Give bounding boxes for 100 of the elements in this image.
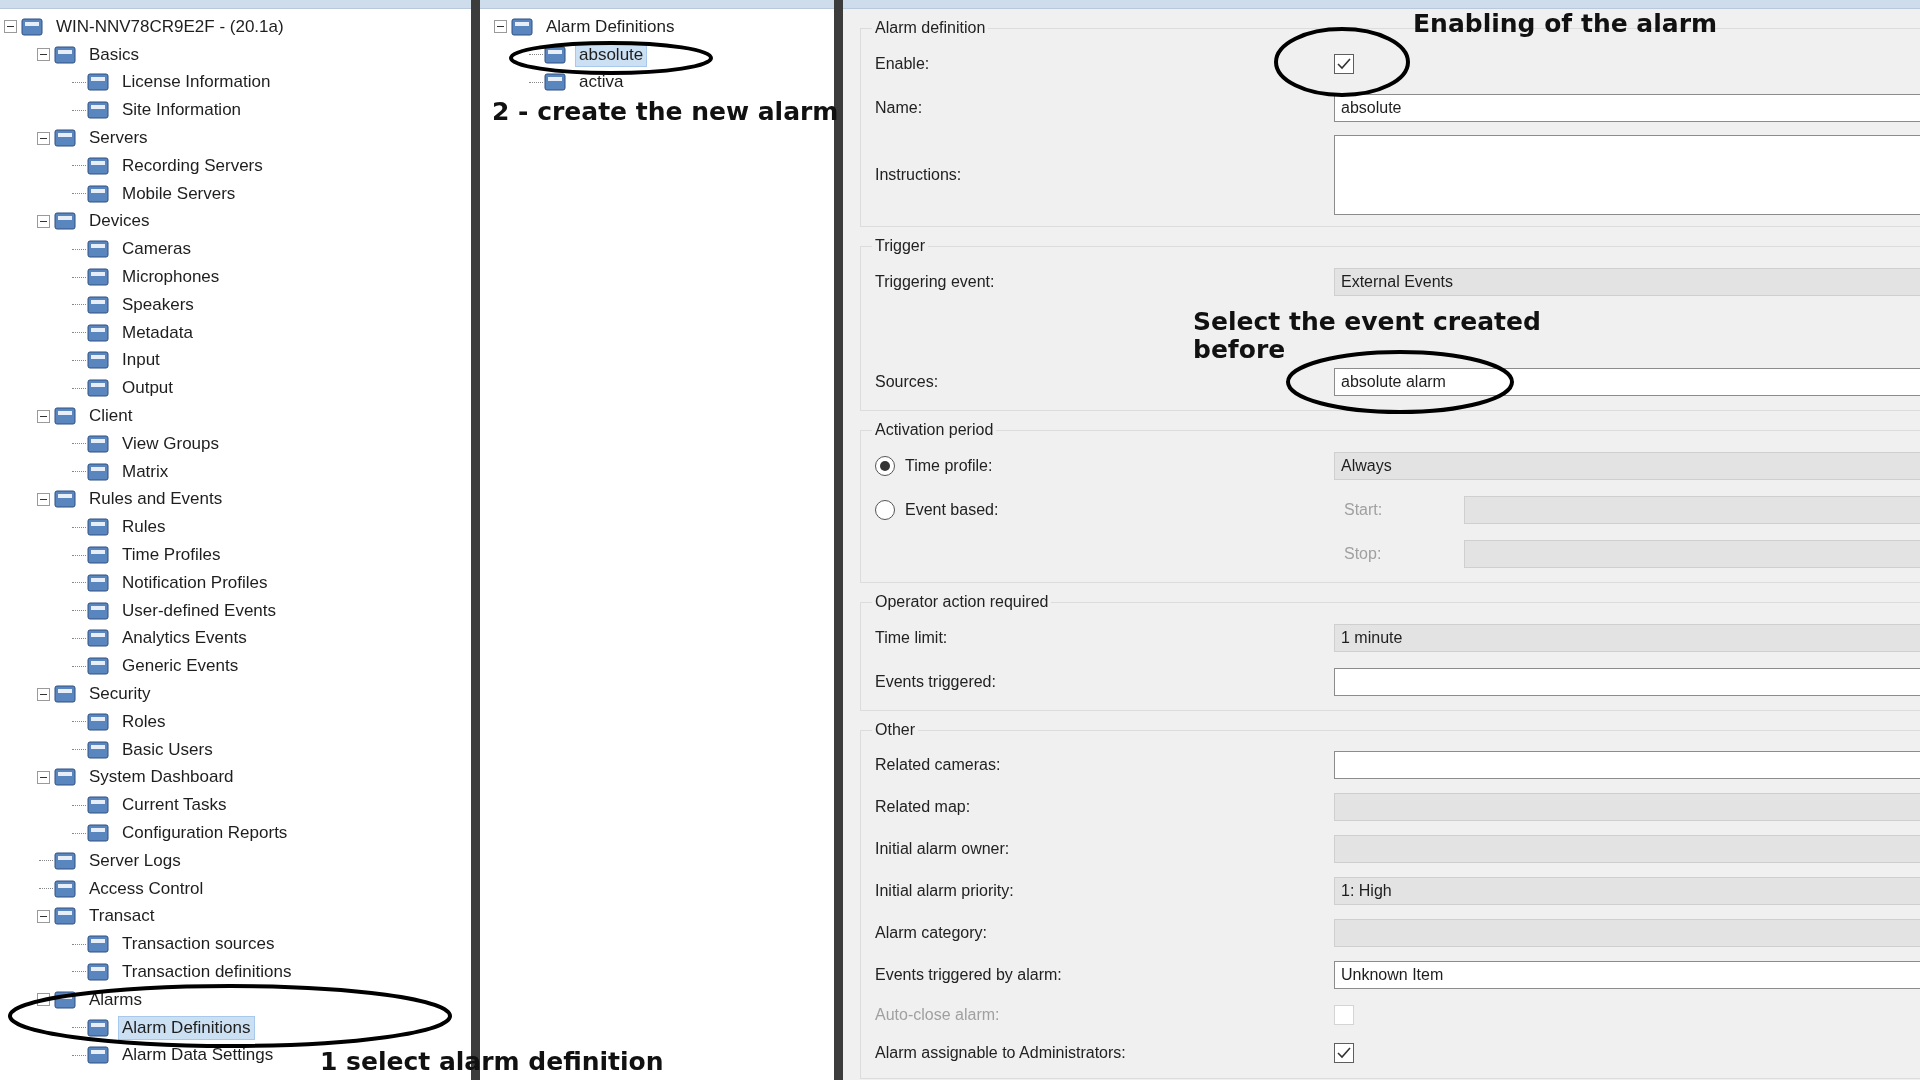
tree-item[interactable]: User-defined Events <box>118 598 281 623</box>
node-icon <box>86 321 110 344</box>
text-field[interactable]: absolute <box>1334 94 1920 122</box>
node-icon <box>86 571 110 594</box>
field-label: Stop: <box>1344 545 1383 563</box>
field-label: Sources: <box>875 373 940 391</box>
node-icon <box>53 210 77 233</box>
tree-item[interactable]: Devices <box>85 209 154 234</box>
expander-icon[interactable] <box>36 770 50 784</box>
node-icon <box>53 905 77 928</box>
field-label: Start: <box>1344 501 1384 519</box>
tree-item[interactable]: Recording Servers <box>118 153 267 178</box>
node-icon <box>86 266 110 289</box>
tree-item[interactable]: Transact <box>85 904 159 929</box>
text-field[interactable] <box>1464 496 1920 524</box>
radio-button[interactable] <box>875 456 895 476</box>
annotation-text: Select the event created before <box>1193 308 1542 364</box>
tree-item[interactable]: Rules <box>118 515 170 540</box>
node-icon <box>543 71 567 94</box>
tree-item[interactable]: Security <box>85 682 155 706</box>
field-label: Event based: <box>905 501 999 519</box>
tree-item[interactable]: Metadata <box>118 320 197 345</box>
tree-item[interactable]: Configuration Reports <box>118 821 292 845</box>
tree-item[interactable]: Basic Users <box>118 737 217 762</box>
tree-item[interactable]: Transaction sources <box>118 932 279 957</box>
text-field[interactable]: absolute alarm <box>1334 368 1920 396</box>
tree-item[interactable]: Speakers <box>118 292 198 317</box>
expander-icon[interactable] <box>36 214 50 228</box>
tree-item[interactable]: Site Information <box>118 98 246 123</box>
tree-item[interactable]: Time Profiles <box>118 543 225 568</box>
text-field[interactable]: Unknown Item <box>1334 961 1920 989</box>
node-icon <box>86 961 110 983</box>
tree-item[interactable]: Matrix <box>118 459 173 484</box>
tree-item[interactable]: View Groups <box>118 431 223 456</box>
dropdown-field[interactable] <box>1334 919 1920 947</box>
tree-item[interactable]: Alarm Definitions <box>542 14 679 39</box>
tree-item[interactable]: Input <box>118 348 164 373</box>
expander-icon[interactable] <box>36 48 50 62</box>
node-icon <box>86 516 110 539</box>
tree-item[interactable]: Microphones <box>118 265 224 290</box>
radio-button[interactable] <box>875 500 895 520</box>
text-field[interactable] <box>1334 668 1920 696</box>
dropdown-field[interactable]: 1: High <box>1334 877 1920 905</box>
node-icon <box>53 766 77 789</box>
tree-item[interactable]: WIN-NNV78CR9E2F - (20.1a) <box>52 14 288 39</box>
expander-icon[interactable] <box>36 409 50 423</box>
field-label: Triggering event: <box>875 273 996 291</box>
tree-item[interactable]: Analytics Events <box>118 626 251 651</box>
text-field[interactable] <box>1464 540 1920 568</box>
tree-item[interactable]: Access Control <box>85 876 208 901</box>
field-label: Enable: <box>875 55 931 73</box>
tree-item[interactable]: Notification Profiles <box>118 570 272 595</box>
expander-icon[interactable] <box>36 492 50 506</box>
node-icon <box>86 794 110 817</box>
tree-item[interactable]: Alarm Definitions <box>118 1015 255 1040</box>
tree-item[interactable]: Basics <box>85 42 144 67</box>
expander-icon[interactable] <box>493 20 507 34</box>
tree-item[interactable]: Server Logs <box>85 848 185 873</box>
node-icon <box>86 71 110 94</box>
instructions-field[interactable] <box>1334 135 1920 215</box>
tree-item[interactable]: Rules and Events <box>85 487 227 512</box>
field-label: Events triggered: <box>875 673 997 691</box>
dropdown-field[interactable] <box>1334 793 1920 821</box>
field-label: Initial alarm owner: <box>875 840 1011 858</box>
field-label: Alarm assignable to Administrators: <box>875 1044 1127 1062</box>
tree-item[interactable]: Alarms <box>85 987 146 1012</box>
tree-item[interactable]: Cameras <box>118 237 195 262</box>
dropdown-field[interactable]: 1 minute <box>1334 624 1920 652</box>
tree-item[interactable]: Servers <box>85 126 152 151</box>
dropdown-field[interactable]: External Events <box>1334 268 1920 296</box>
dropdown-field[interactable]: Always <box>1334 452 1920 480</box>
checkbox[interactable] <box>1334 54 1354 74</box>
tree-item[interactable]: Alarm Data Settings <box>118 1043 278 1068</box>
node-icon <box>53 127 77 150</box>
tree-item[interactable]: Transaction definitions <box>118 960 296 984</box>
node-icon <box>86 655 110 678</box>
tree-item[interactable]: System Dashboard <box>85 765 238 790</box>
field-label: Alarm category: <box>875 924 989 942</box>
tree-item[interactable]: Roles <box>118 709 170 734</box>
node-icon <box>86 154 110 177</box>
expander-icon[interactable] <box>36 909 50 923</box>
tree-item[interactable]: Mobile Servers <box>118 181 240 206</box>
group-title: Trigger <box>874 237 927 255</box>
dropdown-field[interactable] <box>1334 835 1920 863</box>
tree-item[interactable]: License Information <box>118 70 275 95</box>
node-icon <box>86 460 110 483</box>
tree-item[interactable]: Client <box>85 404 137 429</box>
node-icon <box>86 432 110 455</box>
tree-item[interactable]: Output <box>118 376 178 401</box>
node-icon <box>53 488 77 511</box>
field-label: Related cameras: <box>875 756 1002 774</box>
node-icon <box>86 599 110 622</box>
expander-icon[interactable] <box>3 20 17 34</box>
checkbox[interactable] <box>1334 1043 1354 1063</box>
text-field[interactable] <box>1334 751 1920 779</box>
tree-item[interactable]: Generic Events <box>118 654 243 679</box>
tree-item[interactable]: activa <box>575 70 628 95</box>
tree-item[interactable]: Current Tasks <box>118 793 231 818</box>
expander-icon[interactable] <box>36 687 50 701</box>
expander-icon[interactable] <box>36 131 50 145</box>
